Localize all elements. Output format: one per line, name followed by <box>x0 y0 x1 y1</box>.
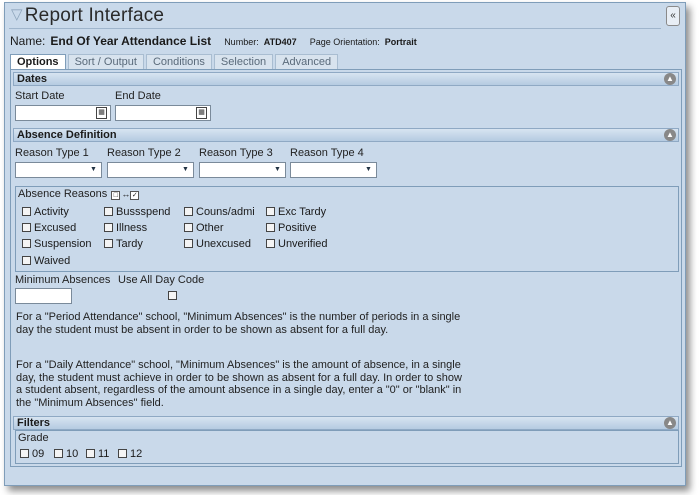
reason-checkbox[interactable]: Other <box>184 222 224 234</box>
checkbox-icon[interactable] <box>86 449 95 458</box>
title-bar: ▽ Report Interface « <box>5 3 685 29</box>
reason-checkbox[interactable]: Waived <box>22 255 70 267</box>
absence-reasons-label: Absence Reasons □ ↔ ✓ <box>18 188 140 200</box>
checkbox-icon[interactable] <box>266 223 275 232</box>
tab-bar: Options Sort / Output Conditions Selecti… <box>10 54 340 70</box>
period-attendance-note: For a "Period Attendance" school, "Minim… <box>16 311 461 336</box>
checkbox-icon[interactable] <box>22 256 31 265</box>
reason-checkbox[interactable]: Bussspend <box>104 206 170 218</box>
grade-checkbox[interactable]: 10 <box>54 448 78 460</box>
title-divider <box>9 28 661 29</box>
orientation-value: Portrait <box>384 37 417 47</box>
absence-section-header[interactable]: Absence Definition ▲ <box>13 128 679 142</box>
reason-type-1-select[interactable]: ▼ <box>15 162 102 178</box>
checkbox-icon[interactable] <box>266 207 275 216</box>
filters-header-label: Filters <box>17 417 51 429</box>
reason-checkbox[interactable]: Exc Tardy <box>266 206 326 218</box>
dates-header-label: Dates <box>17 73 47 85</box>
options-panel: Dates ▲ Start Date End Date ▦ ▦ Absence … <box>10 69 682 467</box>
reason-checkbox[interactable]: Positive <box>266 222 317 234</box>
chevron-down-icon[interactable]: ▼ <box>180 165 191 175</box>
window-title: ▽ Report Interface <box>11 5 164 27</box>
select-all-toggle-icon[interactable]: □ ↔ ✓ <box>111 189 140 200</box>
tab-advanced[interactable]: Advanced <box>275 54 339 69</box>
end-date-input[interactable]: ▦ <box>115 105 211 121</box>
reason-checkbox[interactable]: Unexcused <box>184 238 251 250</box>
checkbox-icon[interactable] <box>184 207 193 216</box>
chevron-down-icon[interactable]: ▼ <box>363 165 374 175</box>
checkbox-icon[interactable] <box>184 239 193 248</box>
window-title-text: Report Interface <box>24 5 165 26</box>
funnel-icon: ▽ <box>11 6 23 23</box>
collapse-circle-icon[interactable]: ▲ <box>664 73 676 85</box>
checkbox-icon[interactable] <box>104 207 113 216</box>
checkbox-icon[interactable] <box>184 223 193 232</box>
reason-checkbox[interactable]: Couns/admi <box>184 206 255 218</box>
reason-checkbox[interactable]: Excused <box>22 222 76 234</box>
minimum-absences-label: Minimum Absences <box>15 274 111 286</box>
checkbox-icon[interactable] <box>54 449 63 458</box>
checkbox-icon[interactable] <box>22 207 31 216</box>
absence-reasons-group: Absence Reasons □ ↔ ✓ Activity Bussspend C… <box>15 186 679 272</box>
reason-type-2-label: Reason Type 2 <box>107 147 181 159</box>
reason-type-2-select[interactable]: ▼ <box>107 162 194 178</box>
name-value: End Of Year Attendance List <box>50 34 212 48</box>
absence-header-label: Absence Definition <box>17 129 117 141</box>
collapse-circle-icon[interactable]: ▲ <box>664 417 676 429</box>
tab-options[interactable]: Options <box>10 54 66 70</box>
checkbox-icon[interactable] <box>22 239 31 248</box>
reason-checkbox[interactable]: Unverified <box>266 238 328 250</box>
reason-checkbox[interactable]: Activity <box>22 206 69 218</box>
number-value: ATD407 <box>263 37 297 47</box>
checkbox-icon[interactable] <box>22 223 31 232</box>
grade-checkbox[interactable]: 09 <box>20 448 44 460</box>
orientation-label: Page Orientation: <box>309 37 380 47</box>
reason-checkbox[interactable]: Tardy <box>104 238 143 250</box>
start-date-label: Start Date <box>15 90 65 102</box>
end-date-label: End Date <box>115 90 161 102</box>
start-date-input[interactable]: ▦ <box>15 105 111 121</box>
collapse-circle-icon[interactable]: ▲ <box>664 129 676 141</box>
grade-checkbox[interactable]: 11 <box>86 448 109 460</box>
name-label: Name: <box>10 34 46 48</box>
chevron-down-icon[interactable]: ▼ <box>272 165 283 175</box>
use-all-day-code-checkbox[interactable] <box>168 291 177 300</box>
number-label: Number: <box>224 37 259 47</box>
filters-section-header[interactable]: Filters ▲ <box>13 416 679 430</box>
use-all-day-code-label: Use All Day Code <box>118 274 205 286</box>
calendar-icon[interactable]: ▦ <box>96 107 107 119</box>
reason-checkbox[interactable]: Suspension <box>22 238 92 250</box>
grade-label: Grade <box>18 432 49 444</box>
grade-filter-group: Grade 09 10 11 12 <box>15 430 679 464</box>
daily-attendance-note: For a "Daily Attendance" school, "Minimu… <box>16 359 462 409</box>
checkbox-icon[interactable] <box>118 449 127 458</box>
reason-type-4-label: Reason Type 4 <box>290 147 364 159</box>
calendar-icon[interactable]: ▦ <box>196 107 207 119</box>
reason-type-3-label: Reason Type 3 <box>199 147 273 159</box>
report-interface-window: ▽ Report Interface « Name: End Of Year At… <box>4 2 686 486</box>
reason-type-1-label: Reason Type 1 <box>15 147 89 159</box>
checkbox-icon[interactable] <box>266 239 275 248</box>
checkbox-icon[interactable] <box>104 223 113 232</box>
tab-selection[interactable]: Selection <box>213 54 274 69</box>
chevron-down-icon[interactable]: ▼ <box>88 165 99 175</box>
report-name-bar: Name: End Of Year Attendance List Number… <box>10 34 417 48</box>
tab-conditions[interactable]: Conditions <box>145 54 212 69</box>
collapse-button[interactable]: « <box>666 6 680 26</box>
reason-type-4-select[interactable]: ▼ <box>290 162 377 178</box>
reason-checkbox[interactable]: Illness <box>104 222 147 234</box>
grade-checkbox[interactable]: 12 <box>118 448 142 460</box>
dates-section-header[interactable]: Dates ▲ <box>13 72 679 86</box>
reason-type-3-select[interactable]: ▼ <box>199 162 286 178</box>
minimum-absences-input[interactable] <box>15 288 72 304</box>
checkbox-icon[interactable] <box>104 239 113 248</box>
checkbox-icon[interactable] <box>20 449 29 458</box>
tab-sort-output[interactable]: Sort / Output <box>67 54 144 69</box>
